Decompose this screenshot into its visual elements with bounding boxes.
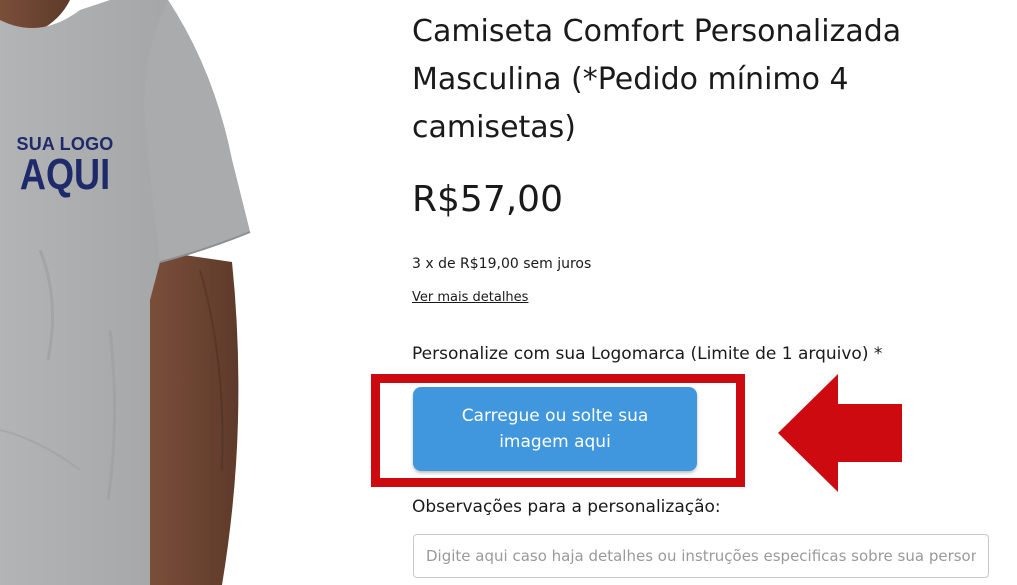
print-text-line2: AQUI [19, 150, 111, 199]
notes-input[interactable] [413, 534, 989, 578]
product-title: Camiseta Comfort Personalizada Masculina… [412, 14, 902, 145]
more-details-link[interactable]: Ver mais detalhes [412, 289, 528, 307]
model-wearing-tshirt-illustration [0, 0, 251, 585]
notes-label: Observações para a personalização: [412, 497, 721, 517]
red-arrow-pointer-icon [778, 374, 902, 492]
product-page: SUA LOGO AQUI Camiseta Comfort Personali… [0, 0, 1017, 585]
installments-text: 3 x de R$19,00 sem juros [412, 256, 592, 272]
logo-print-placeholder: SUA LOGO AQUI [10, 134, 120, 199]
product-price: R$57,00 [412, 179, 563, 220]
product-image[interactable]: SUA LOGO AQUI [0, 0, 380, 585]
upload-image-button[interactable]: Carregue ou solte sua imagem aqui [413, 387, 697, 471]
upload-label: Personalize com sua Logomarca (Limite de… [412, 344, 883, 364]
